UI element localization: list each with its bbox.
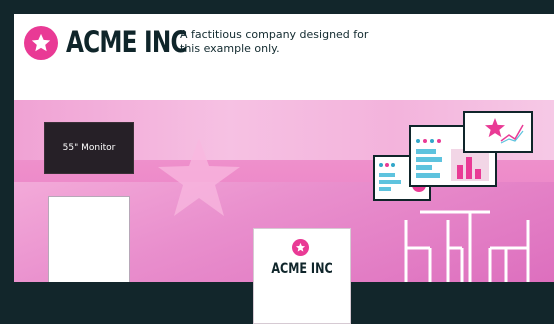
company-name: ACME INC [66, 25, 187, 59]
company-tagline: A factitious company designed for this e… [180, 28, 369, 55]
stand-label: ACME INC [271, 261, 333, 277]
stand-star-icon [292, 239, 309, 256]
header-banner: ACME INC A factitious company designed f… [14, 14, 554, 100]
logo-star-icon [24, 26, 58, 60]
acme-stand: ACME INC [253, 228, 351, 324]
